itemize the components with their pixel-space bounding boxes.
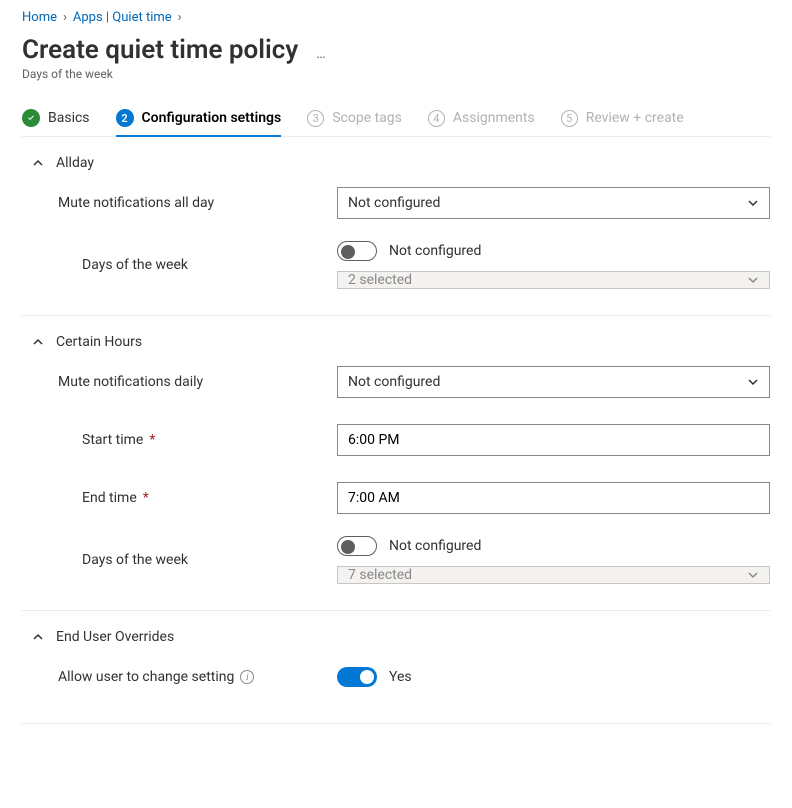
tab-review-create[interactable]: 5 Review + create	[561, 102, 684, 137]
breadcrumb: Home › Apps | Quiet time ›	[22, 10, 770, 25]
section-allday: Allday Mute notifications all day Not co…	[22, 137, 770, 316]
end-time-label: End time*	[22, 490, 337, 506]
breadcrumb-home[interactable]: Home	[22, 10, 57, 25]
chevron-up-icon	[32, 631, 44, 643]
certain-days-select: 7 selected	[337, 566, 770, 584]
mute-all-day-label: Mute notifications all day	[22, 195, 337, 211]
select-value: Not configured	[348, 374, 440, 390]
tab-label: Configuration settings	[142, 110, 282, 126]
chevron-down-icon	[747, 376, 759, 388]
step-number-icon: 4	[428, 110, 445, 127]
wizard-tabs: Basics 2 Configuration settings 3 Scope …	[22, 101, 770, 137]
toggle-knob	[341, 245, 355, 259]
mute-all-day-select[interactable]: Not configured	[337, 187, 770, 219]
more-actions-button[interactable]: …	[312, 46, 331, 62]
select-value: 2 selected	[348, 272, 412, 288]
toggle-knob	[360, 670, 374, 684]
chevron-up-icon	[32, 157, 44, 169]
chevron-right-icon: ›	[178, 10, 182, 25]
toggle-state-label: Yes	[389, 669, 412, 685]
step-number-icon: 5	[561, 110, 578, 127]
page-subtitle: Days of the week	[22, 67, 770, 81]
section-end-user-overrides: End User Overrides Allow user to change …	[22, 611, 770, 724]
select-value: 7 selected	[348, 567, 412, 583]
section-title: Allday	[56, 155, 94, 171]
chevron-down-icon	[747, 274, 759, 286]
section-title: End User Overrides	[56, 629, 174, 645]
section-overrides-toggle[interactable]: End User Overrides	[32, 629, 770, 645]
end-time-input[interactable]	[337, 482, 770, 514]
mute-daily-label: Mute notifications daily	[22, 374, 337, 390]
toggle-state-label: Not configured	[389, 538, 481, 554]
tab-label: Assignments	[453, 110, 535, 126]
mute-daily-select[interactable]: Not configured	[337, 366, 770, 398]
allday-days-label: Days of the week	[22, 257, 337, 273]
allday-days-select: 2 selected	[337, 271, 770, 289]
toggle-knob	[341, 540, 355, 554]
tab-configuration-settings[interactable]: 2 Configuration settings	[116, 101, 282, 137]
section-allday-toggle[interactable]: Allday	[32, 155, 770, 171]
tab-label: Review + create	[586, 110, 684, 126]
certain-days-label: Days of the week	[22, 552, 337, 568]
section-certain-hours: Certain Hours Mute notifications daily N…	[22, 316, 770, 611]
allow-change-toggle[interactable]	[337, 667, 377, 687]
step-number-icon: 2	[116, 109, 134, 127]
tab-label: Basics	[48, 110, 90, 126]
required-indicator: *	[143, 490, 149, 506]
chevron-up-icon	[32, 336, 44, 348]
tab-assignments[interactable]: 4 Assignments	[428, 102, 535, 137]
tab-scope-tags[interactable]: 3 Scope tags	[307, 102, 402, 137]
tab-basics[interactable]: Basics	[22, 101, 90, 137]
allow-change-label: Allow user to change setting i	[22, 669, 337, 685]
required-indicator: *	[149, 432, 155, 448]
chevron-right-icon: ›	[63, 10, 67, 25]
breadcrumb-apps-quiet-time[interactable]: Apps | Quiet time	[73, 10, 172, 25]
step-number-icon: 3	[307, 110, 324, 127]
chevron-down-icon	[747, 197, 759, 209]
certain-days-toggle[interactable]	[337, 536, 377, 556]
start-time-input[interactable]	[337, 424, 770, 456]
start-time-label: Start time*	[22, 432, 337, 448]
allday-days-toggle[interactable]	[337, 241, 377, 261]
checkmark-icon	[22, 109, 40, 127]
select-value: Not configured	[348, 195, 440, 211]
chevron-down-icon	[747, 569, 759, 581]
page-title: Create quiet time policy	[22, 35, 298, 65]
tab-label: Scope tags	[332, 110, 402, 126]
section-certain-hours-toggle[interactable]: Certain Hours	[32, 334, 770, 350]
info-icon[interactable]: i	[240, 670, 254, 684]
toggle-state-label: Not configured	[389, 243, 481, 259]
section-title: Certain Hours	[56, 334, 142, 350]
